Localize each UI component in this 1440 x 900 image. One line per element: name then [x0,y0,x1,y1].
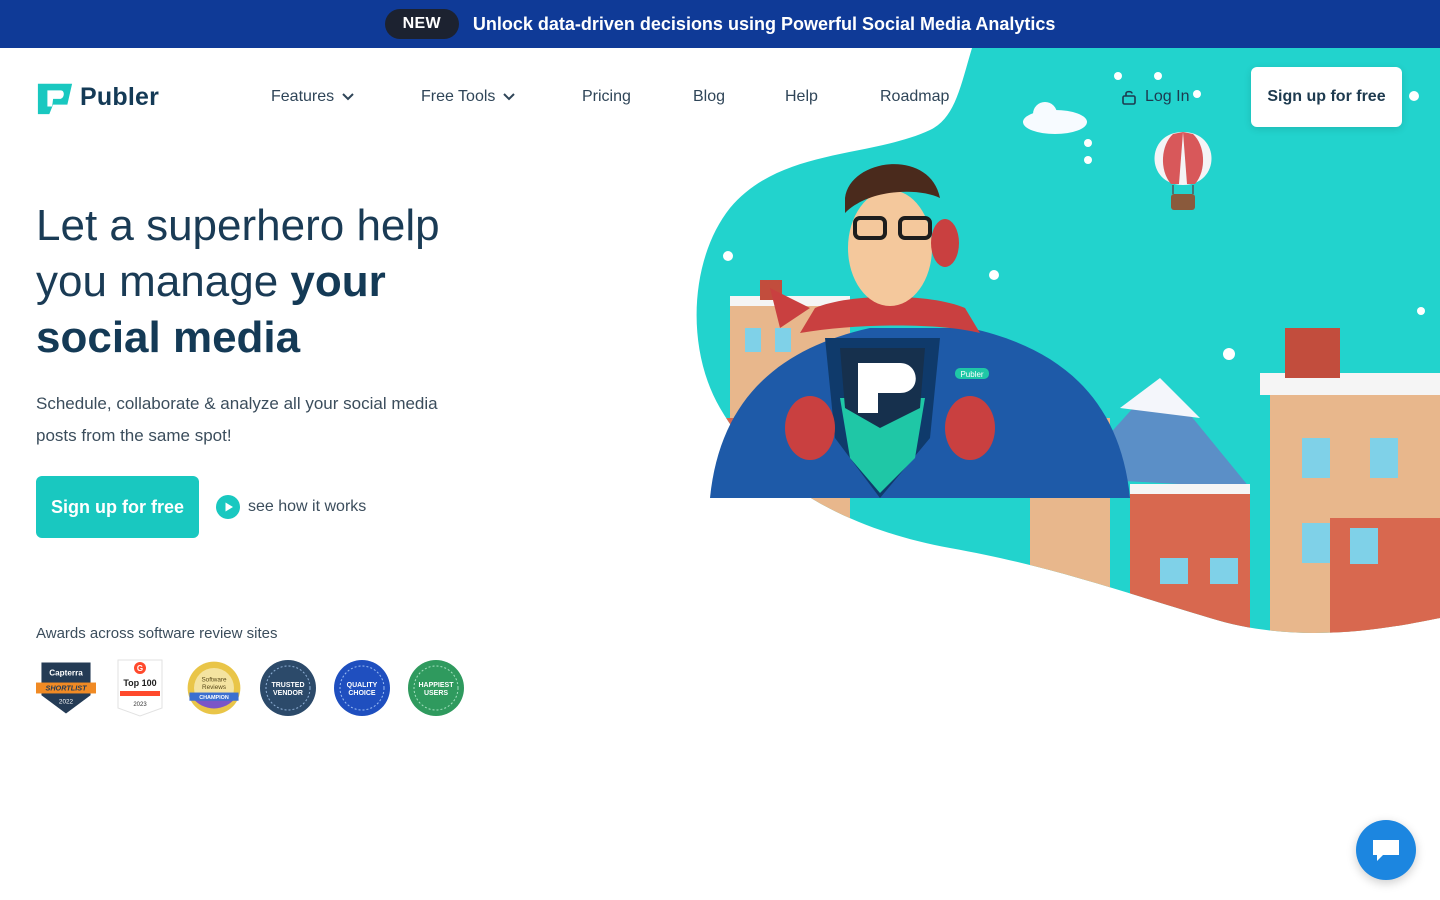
svg-text:SHORTLIST: SHORTLIST [45,684,87,693]
svg-text:Software: Software [201,677,227,684]
chevron-down-icon [503,93,516,101]
quality-choice-badge-icon: QUALITY CHOICE [334,660,390,716]
hero-subtitle: Schedule, collaborate & analyze all your… [36,394,438,445]
new-badge: NEW [384,9,459,39]
see-how-it-works-link[interactable]: see how it works [216,495,366,519]
svg-text:VENDOR: VENDOR [273,690,303,697]
nav-free-tools[interactable]: Free Tools [421,88,516,106]
hero-badge-text: Publer [960,370,983,379]
svg-text:TRUSTED: TRUSTED [271,682,304,689]
see-how-label: see how it works [248,498,367,515]
nav-free-tools-label: Free Tools [421,88,496,105]
top-navigation: Publer Features Free Tools Pricing Blog … [0,48,1440,148]
brand-name: Publer [80,82,159,111]
capterra-badge-icon: Capterra SHORTLIST 2022 [36,662,96,714]
svg-text:Top 100: Top 100 [123,678,156,688]
nav-roadmap[interactable]: Roadmap [880,88,949,106]
award-g2-top-100[interactable]: G Top 100 2023 [110,657,170,719]
nav-help[interactable]: Help [785,88,818,106]
award-capterra-shortlist[interactable]: Capterra SHORTLIST 2022 [36,657,96,719]
nav-pricing[interactable]: Pricing [582,88,631,106]
announcement-banner[interactable]: NEW Unlock data-driven decisions using P… [0,0,1440,48]
svg-text:HAPPIEST: HAPPIEST [418,682,454,689]
hero-headline: Let a superhero help you manage your soc… [36,198,506,366]
chat-icon [1373,840,1399,861]
header-signup-button[interactable]: Sign up for free [1251,67,1402,127]
chevron-down-icon [342,93,354,101]
nav-features-label: Features [271,88,335,105]
software-reviews-badge-icon: Software Reviews CHAMPION [187,661,241,715]
login-label: Log In [1145,88,1190,105]
svg-text:Reviews: Reviews [202,684,226,691]
award-software-reviews-champion[interactable]: Software Reviews CHAMPION [184,657,244,719]
award-trusted-vendor[interactable]: TRUSTED VENDOR [258,657,318,719]
hero-signup-button[interactable]: Sign up for free [36,476,199,538]
trusted-vendor-badge-icon: TRUSTED VENDOR [260,660,316,716]
banner-message[interactable]: Unlock data-driven decisions using Power… [473,14,1055,35]
happiest-users-badge-icon: HAPPIEST USERS [408,660,464,716]
award-quality-choice[interactable]: QUALITY CHOICE [332,657,392,719]
nav-features[interactable]: Features [271,88,354,106]
svg-text:CHAMPION: CHAMPION [199,695,229,701]
awards-list: Capterra SHORTLIST 2022 G Top 100 2023 S… [36,657,466,719]
play-icon [216,495,240,519]
svg-text:Capterra: Capterra [49,668,83,677]
svg-text:QUALITY: QUALITY [347,682,378,689]
svg-text:G: G [137,664,143,673]
publer-logo-icon [37,83,73,115]
chat-widget-button[interactable] [1356,820,1416,880]
logo[interactable]: Publer [36,78,159,116]
awards-title: Awards across software review sites [36,625,278,642]
svg-text:2022: 2022 [59,698,74,705]
svg-text:CHOICE: CHOICE [348,690,376,697]
svg-text:USERS: USERS [424,690,448,697]
award-happiest-users[interactable]: HAPPIEST USERS [406,657,466,719]
login-link[interactable]: Log In [1121,88,1189,106]
g2-badge-icon: G Top 100 2023 [117,659,163,717]
lock-icon [1122,90,1136,105]
nav-blog[interactable]: Blog [693,88,725,106]
svg-text:2023: 2023 [133,702,147,708]
